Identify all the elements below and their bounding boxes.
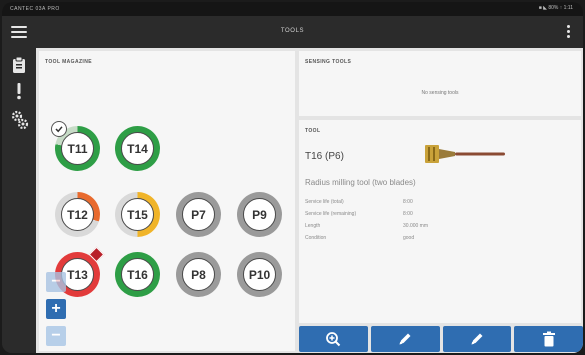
zoom-in-button[interactable]: +: [46, 299, 66, 319]
delete-icon: [542, 331, 555, 347]
tool-slot-t14[interactable]: T14: [115, 126, 160, 171]
magazine-title: TOOL MAGAZINE: [45, 59, 92, 65]
property-value: 8:00: [403, 199, 413, 205]
tool-image: [425, 142, 515, 166]
status-bar: CANTEC 03A PRO ■ ◣ 80% ↑ 1:11: [2, 2, 583, 16]
zoom-out-button[interactable]: −: [46, 272, 66, 292]
sensing-empty-text: No sensing tools: [421, 90, 459, 96]
tool-description: Radius milling tool (two blades): [305, 178, 416, 187]
delete-tool-button[interactable]: [514, 326, 583, 352]
tool-slot-label: T11: [67, 141, 88, 156]
nav-rail: [2, 48, 36, 353]
property-row: Condition good: [305, 235, 414, 241]
tool-slot-label: T16: [127, 267, 148, 282]
status-right-text: ■ ◣ 80% ↑ 1:11: [538, 5, 573, 11]
tool-detail-title: TOOL: [305, 128, 321, 134]
tool-slot-p9[interactable]: P9: [237, 192, 282, 237]
property-row: Service life (total) 8:00: [305, 199, 413, 205]
tool-magazine-panel: TOOL MAGAZINE T11 T14 T12 T15 P7 P9 T13 …: [39, 51, 295, 351]
more-options-icon[interactable]: [567, 25, 571, 39]
property-label: Length: [305, 223, 321, 229]
tool-slot-label: P10: [248, 267, 271, 282]
check-icon: [51, 121, 67, 137]
app-bar: TOOLS: [2, 16, 583, 48]
alert-icon[interactable]: [11, 82, 27, 100]
clipboard-icon[interactable]: [11, 56, 27, 74]
tool-slot-t16[interactable]: T16: [115, 252, 160, 297]
tool-slot-label: T14: [127, 141, 148, 156]
property-value: good: [403, 235, 415, 241]
zoom-in-icon: [326, 332, 341, 347]
tablet-frame: CANTEC 03A PRO ■ ◣ 80% ↑ 1:11 TOOLS TOOL…: [2, 2, 583, 353]
app-title: TOOLS: [280, 28, 305, 34]
tool-name: T16 (P6): [305, 151, 344, 162]
property-row: Length 30.000 mm: [305, 223, 428, 229]
tool-slot-label: T15: [127, 207, 148, 222]
tool-slot-label: T12: [67, 207, 88, 222]
zoom-tool-button[interactable]: [299, 326, 368, 352]
edit-tool-button[interactable]: [370, 326, 440, 352]
property-row: Service life (remaining) 8:00: [305, 211, 413, 217]
tool-slot-t12[interactable]: T12: [55, 192, 100, 237]
tool-slot-p7[interactable]: P7: [176, 192, 221, 237]
status-left-text: CANTEC 03A PRO: [10, 6, 60, 12]
action-bar: [299, 326, 583, 353]
tool-slot-t15[interactable]: T15: [115, 192, 160, 237]
tool-slot-label: T13: [67, 267, 88, 282]
edit-icon: [399, 333, 411, 345]
tool-detail-panel: TOOL T16 (P6) Radius milling tool (two b…: [299, 120, 581, 323]
sensing-title: SENSING TOOLS: [305, 59, 352, 65]
tool-slot-p8[interactable]: P8: [176, 252, 221, 297]
property-value: 30.000 mm: [403, 223, 429, 229]
tool-slot-label: P9: [252, 207, 267, 222]
property-label: Service life (remaining): [305, 211, 357, 217]
edit-settings-button[interactable]: [442, 326, 512, 352]
tool-slot-label: P8: [191, 267, 206, 282]
settings-icon[interactable]: [11, 110, 29, 130]
content-area: TOOL MAGAZINE T11 T14 T12 T15 P7 P9 T13 …: [36, 48, 583, 353]
sensing-tools-panel: SENSING TOOLS No sensing tools: [299, 51, 581, 116]
property-label: Service life (total): [305, 199, 344, 205]
property-label: Condition: [305, 235, 327, 241]
edit-icon: [471, 333, 483, 345]
tool-slot-label: P7: [191, 207, 206, 222]
collapse-button[interactable]: −: [46, 326, 66, 346]
property-value: 8:00: [403, 211, 413, 217]
tool-slot-p10[interactable]: P10: [237, 252, 282, 297]
